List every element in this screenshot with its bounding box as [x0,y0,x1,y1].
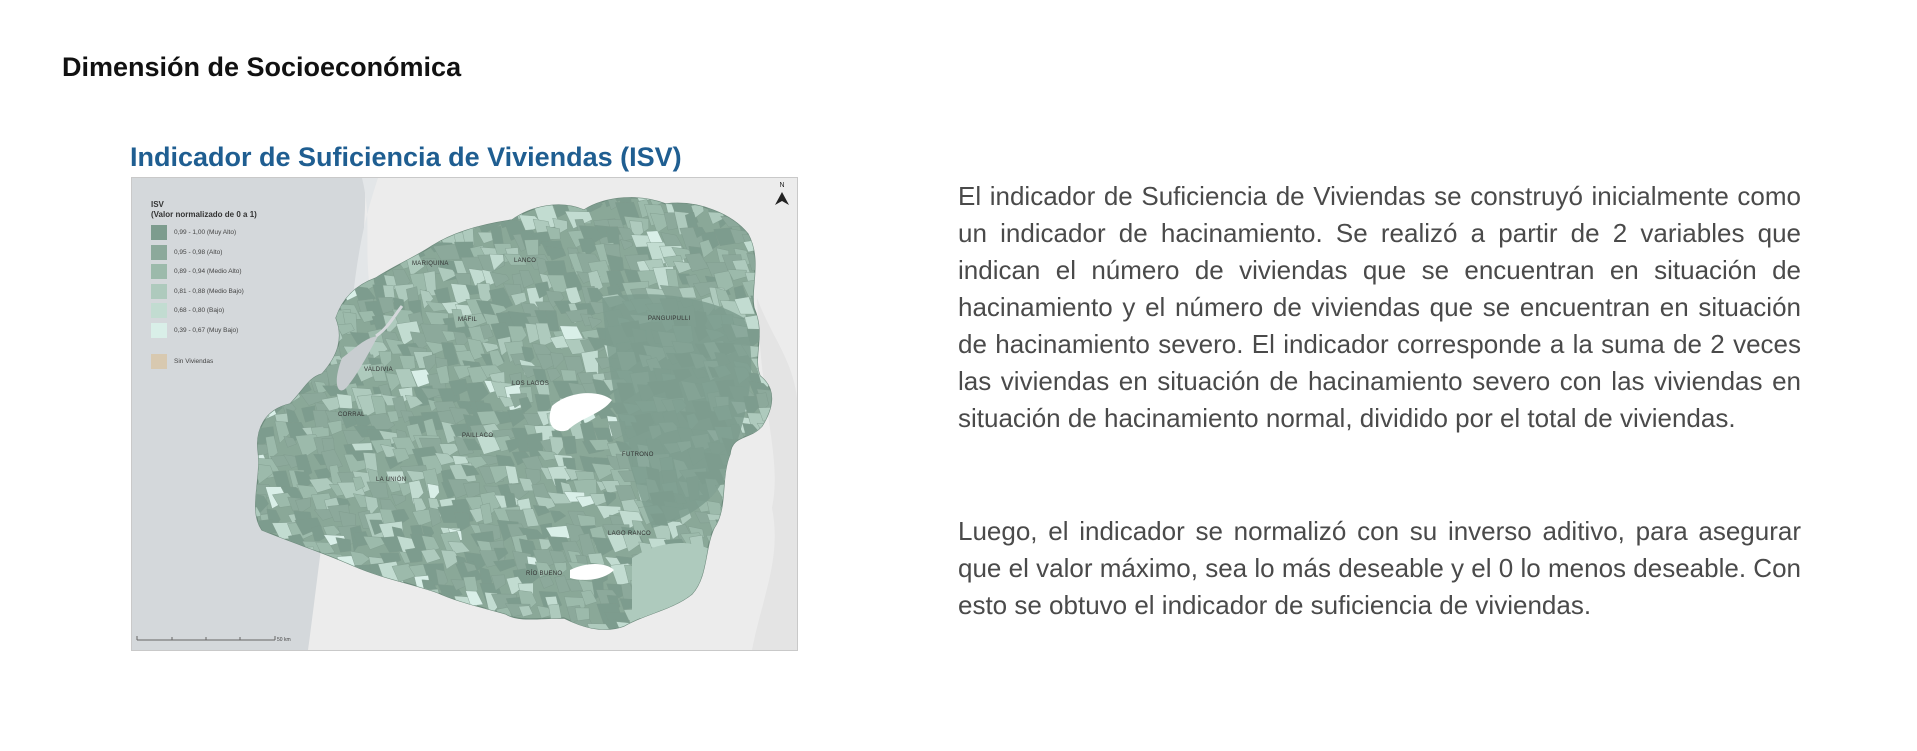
map-legend: ISV (Valor normalizado de 0 a 1) 0,99 - … [151,200,257,372]
legend-title: ISV [151,200,164,209]
place-label: MARIQUINA [412,261,449,267]
scale-label: 50 km [277,637,291,643]
place-label: LANCO [514,258,537,264]
legend-label: 0,89 - 0,94 (Medio Alto) [174,268,242,276]
place-label: CORRAL [338,412,365,418]
legend-item: 0,68 - 0,80 (Bajo) [151,301,257,321]
place-label: LOS LAGOS [512,381,550,387]
legend-swatch [151,225,167,241]
legend-subtitle: (Valor normalizado de 0 a 1) [151,210,257,219]
legend-label: 0,81 - 0,88 (Medio Bajo) [174,287,244,295]
legend-swatch [151,244,167,260]
place-label: LAGO RANCO [608,531,652,537]
place-label: LA UNIÓN [376,477,407,483]
place-label: RÍO BUENO [526,571,563,577]
legend-item: 0,99 - 1,00 (Muy Alto) [151,223,257,243]
legend-label: 0,95 - 0,98 (Alto) [174,248,223,256]
place-label: PANGUIPULLI [648,316,691,322]
place-label: MÁFIL [458,317,478,323]
legend-swatch [151,264,167,280]
legend-label: 0,68 - 0,80 (Bajo) [174,307,225,315]
isv-map[interactable]: N ISV (Valor normalizado de 0 a 1) 0,99 … [131,177,798,651]
legend-item: 0,81 - 0,88 (Medio Bajo) [151,282,257,302]
legend-swatch [151,322,167,338]
legend-swatch [151,303,167,319]
legend-label: Sin Viviendas [174,358,214,366]
legend-swatch [151,354,167,370]
north-label: N [779,182,785,189]
legend-label: 0,99 - 1,00 (Muy Alto) [174,229,237,237]
legend-label: 0,39 - 0,67 (Muy Bajo) [174,326,239,334]
map-title: Indicador de Suficiencia de Viviendas (I… [130,142,682,172]
section-title: Dimensión de Socioeconómica [62,52,462,82]
place-label: PAILLACO [462,433,494,439]
description-paragraph-1: El indicador de Suficiencia de Viviendas… [958,181,1801,433]
place-label: VALDIVIA [364,367,393,373]
legend-item-no-data: Sin Viviendas [151,352,257,372]
legend-swatch [151,283,167,299]
legend-item: 0,89 - 0,94 (Medio Alto) [151,262,257,282]
legend-item: 0,39 - 0,67 (Muy Bajo) [151,321,257,341]
place-label: FUTRONO [622,452,654,458]
description-paragraph-2: Luego, el indicador se normalizó con su … [958,516,1801,620]
legend-item: 0,95 - 0,98 (Alto) [151,243,257,263]
